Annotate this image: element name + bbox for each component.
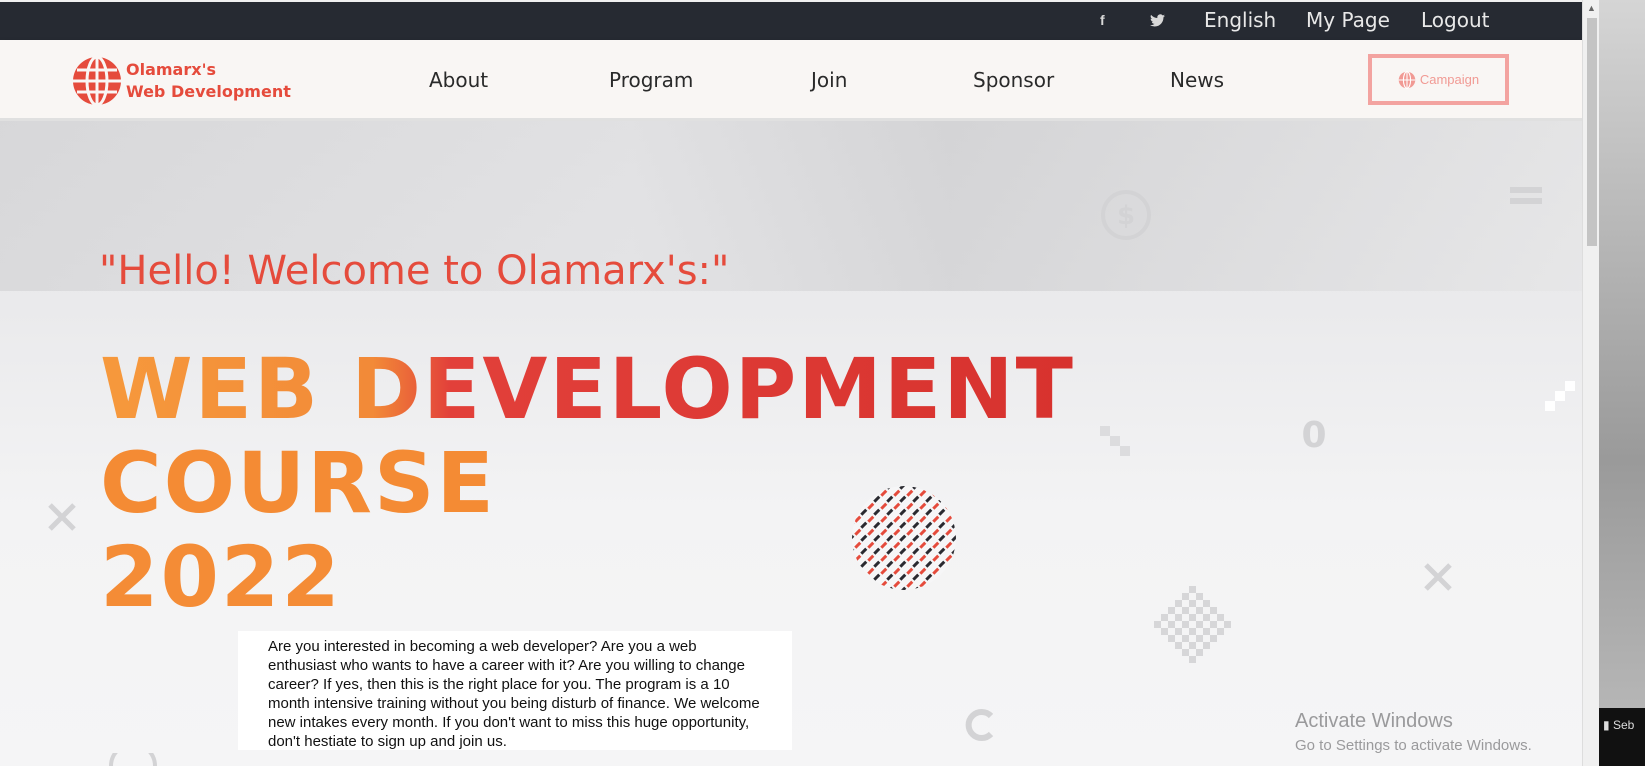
signal-bars-icon: ▮ bbox=[1603, 718, 1610, 732]
dashed-pattern-circle-icon bbox=[852, 486, 956, 590]
hero-title-line-3: 2022 bbox=[100, 528, 342, 626]
top-bar: f English My Page Logout bbox=[0, 0, 1582, 40]
svg-text:$: $ bbox=[1117, 201, 1135, 231]
half-circle-outline-icon bbox=[109, 753, 157, 766]
windows-activation-watermark: Activate Windows Go to Settings to activ… bbox=[1295, 710, 1532, 754]
scroll-up-arrow-icon[interactable]: ▲ bbox=[1587, 3, 1596, 13]
logout-link[interactable]: Logout bbox=[1421, 8, 1489, 32]
twitter-icon[interactable] bbox=[1150, 14, 1165, 30]
hero-description: Are you interested in becoming a web dev… bbox=[238, 631, 792, 750]
facebook-icon[interactable]: f bbox=[1100, 12, 1105, 28]
diamond-checker-icon bbox=[1154, 586, 1231, 663]
page-scrollbar[interactable]: ▲ bbox=[1582, 0, 1599, 766]
globe-logo-icon bbox=[73, 56, 121, 106]
hero-section: $ 0 "Hello! Welcome to Olamarx's:" WEB D… bbox=[0, 121, 1582, 766]
hero-greeting: "Hello! Welcome to Olamarx's:" bbox=[99, 248, 730, 294]
activate-windows-title: Activate Windows bbox=[1295, 710, 1453, 732]
equals-shape-icon bbox=[1510, 187, 1542, 204]
language-link[interactable]: English bbox=[1204, 8, 1276, 32]
scrollbar-thumb[interactable] bbox=[1587, 18, 1597, 246]
site-logo[interactable]: Olamarx's Web Development bbox=[72, 56, 291, 106]
x-shape-icon bbox=[48, 503, 76, 531]
hero-title-line-2: COURSE bbox=[100, 434, 496, 532]
nav-join[interactable]: Join bbox=[811, 68, 847, 92]
taskbar-text: Seb bbox=[1612, 718, 1635, 732]
nav-news[interactable]: News bbox=[1170, 68, 1224, 92]
main-navbar: Olamarx's Web Development About Program … bbox=[0, 40, 1582, 121]
svg-text:0: 0 bbox=[1301, 416, 1326, 452]
my-page-link[interactable]: My Page bbox=[1306, 8, 1390, 32]
nav-sponsor[interactable]: Sponsor bbox=[973, 68, 1054, 92]
taskbar-fragment: ▮ Seb bbox=[1599, 708, 1645, 766]
campaign-button[interactable]: Campaign bbox=[1368, 54, 1509, 105]
stair-squares-icon bbox=[1100, 426, 1130, 456]
c-shape-icon bbox=[965, 709, 994, 741]
desktop-edge: ▮ Seb bbox=[1599, 0, 1645, 766]
nav-about[interactable]: About bbox=[429, 68, 488, 92]
stair-squares-right-icon bbox=[1545, 381, 1575, 411]
campaign-label: Campaign bbox=[1419, 72, 1480, 87]
logo-line-2: Web Development bbox=[126, 82, 291, 101]
nav-program[interactable]: Program bbox=[609, 68, 693, 92]
hero-title-line-1: WEB DEVELOPMENT bbox=[100, 340, 1075, 438]
x-shape-right-icon bbox=[1424, 563, 1452, 591]
activate-windows-subtitle: Go to Settings to activate Windows. bbox=[1295, 737, 1532, 754]
logo-text: Olamarx's Web Development bbox=[126, 59, 291, 103]
globe-icon bbox=[1398, 70, 1416, 89]
zero-shape-icon: 0 bbox=[1301, 416, 1326, 452]
dollar-coin-icon: $ bbox=[1101, 190, 1151, 240]
logo-line-1: Olamarx's bbox=[126, 60, 216, 79]
